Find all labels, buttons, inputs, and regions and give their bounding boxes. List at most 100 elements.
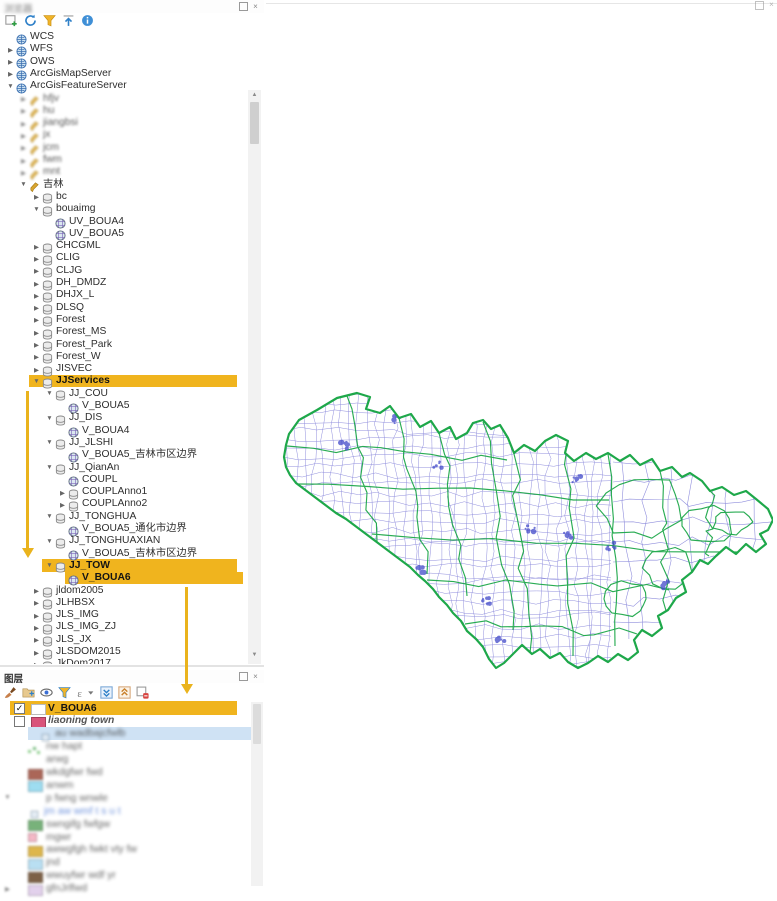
close-panel-icon[interactable]: × — [767, 0, 776, 9]
browser-tree[interactable]: WCS▶WFS▶OWS▶ArcGisMapServer▼ArcGisFeatur… — [0, 31, 248, 664]
tree-item-mnt[interactable]: ▶mnt — [0, 166, 248, 178]
remove-layer-icon[interactable] — [136, 686, 150, 700]
expand-arrow-icon[interactable]: ▶ — [32, 341, 41, 349]
expand-arrow-icon[interactable]: ▶ — [19, 107, 28, 115]
float-panel-icon[interactable] — [239, 2, 248, 11]
refresh-icon[interactable] — [24, 14, 38, 28]
filter-legend-icon[interactable] — [58, 686, 72, 700]
expand-arrow-icon[interactable]: ▶ — [6, 58, 15, 66]
filter-by-expression-icon[interactable]: ε — [76, 686, 90, 700]
tree-item-bc[interactable]: ▶bc — [0, 191, 248, 203]
tree-item-chcgml[interactable]: ▶CHCGML — [0, 240, 248, 252]
tree-item-jlhbsx[interactable]: ▶JLHBSX — [0, 597, 248, 609]
layer-item-v-boua6[interactable]: ✓V_BOUA6 — [0, 702, 250, 715]
tree-item-jjservices[interactable]: ▼JJServices — [0, 375, 248, 387]
tree-item-jj-dis[interactable]: ▼JJ_DIS — [0, 412, 248, 424]
add-group-icon[interactable] — [22, 686, 36, 700]
close-panel-icon[interactable]: × — [251, 672, 260, 681]
tree-item-v-boua5[interactable]: V_BOUA5_吉林市区边界 — [0, 449, 248, 461]
tree-item-forest-w[interactable]: ▶Forest_W — [0, 351, 248, 363]
tree-item-uv-boua5[interactable]: UV_BOUA5 — [0, 228, 248, 240]
tree-item-jls-img-zj[interactable]: ▶JLS_IMG_ZJ — [0, 621, 248, 633]
layer-visibility-checkbox[interactable] — [14, 716, 25, 727]
expand-all-icon[interactable] — [100, 686, 114, 700]
tree-item-jiangbsi[interactable]: ▶jiangbsi — [0, 117, 248, 129]
tree-item-fwm[interactable]: ▶fwm — [0, 154, 248, 166]
tree-item-jls-jx[interactable]: ▶JLS_JX — [0, 634, 248, 646]
layer-item-wwuyfwr-wdf-yr[interactable]: wwuyfwr wdf yr — [0, 870, 250, 883]
collapse-all-icon[interactable] — [118, 686, 132, 700]
tree-item-ows[interactable]: ▶OWS — [0, 56, 248, 68]
expand-arrow-icon[interactable]: ▶ — [32, 304, 41, 312]
tree-item-bouaimg[interactable]: ▼bouaimg — [0, 203, 248, 215]
tree-item-hu[interactable]: ▶hu — [0, 105, 248, 117]
collapse-all-icon[interactable] — [62, 14, 76, 28]
collapse-arrow-icon[interactable]: ▼ — [6, 83, 15, 90]
layer-item-anwm[interactable]: anwm — [0, 779, 250, 792]
expand-arrow-icon[interactable]: ▶ — [32, 292, 41, 300]
open-layer-styling-icon[interactable] — [4, 686, 18, 700]
tree-item-v-boua4[interactable]: V_BOUA4 — [0, 425, 248, 437]
collapse-arrow-icon[interactable]: ▼ — [45, 562, 54, 569]
close-panel-icon[interactable]: × — [251, 2, 260, 11]
tree-item-v-boua5[interactable]: V_BOUA5_通化市边界 — [0, 523, 248, 535]
collapse-arrow-icon[interactable]: ▼ — [45, 538, 54, 545]
expand-arrow-icon[interactable]: ▶ — [32, 280, 41, 288]
layer-item-p-fwng-wnwle[interactable]: ▼p fwng wnwle — [0, 792, 250, 805]
layer-visibility-checkbox[interactable]: ✓ — [14, 703, 25, 714]
expand-arrow-icon[interactable]: ▶ — [32, 612, 41, 620]
expand-arrow-icon[interactable]: ▶ — [58, 501, 67, 509]
expand-arrow-icon[interactable]: ▶ — [58, 489, 67, 497]
expand-arrow-icon[interactable]: ▶ — [32, 366, 41, 374]
layers-scrollbar[interactable] — [251, 702, 263, 886]
expand-arrow-icon[interactable]: ▶ — [32, 353, 41, 361]
layer-item-swngifg-fwfgw[interactable]: swngifg fwfgw — [0, 818, 250, 831]
tree-item-jlsdom2015[interactable]: ▶JLSDOM2015 — [0, 646, 248, 658]
tree-item-jldom2005[interactable]: ▶jldom2005 — [0, 585, 248, 597]
tree-item-dh-dmdz[interactable]: ▶DH_DMDZ — [0, 277, 248, 289]
expand-arrow-icon[interactable]: ▶ — [32, 329, 41, 337]
manage-map-themes-icon[interactable] — [40, 686, 54, 700]
expand-arrow-icon[interactable]: ▶ — [3, 885, 12, 893]
layer-item-jnd[interactable]: jnd — [0, 857, 250, 870]
layer-item-nw-hapt[interactable]: nw hapt — [0, 741, 250, 754]
tree-item-forest-park[interactable]: ▶Forest_Park — [0, 339, 248, 351]
tree-item-jkdom2017[interactable]: ▶JkDom2017 — [0, 658, 248, 664]
tree-item-v-boua6[interactable]: V_BOUA6 — [0, 572, 248, 584]
collapse-arrow-icon[interactable]: ▼ — [32, 206, 41, 213]
collapse-arrow-icon[interactable]: ▼ — [45, 415, 54, 422]
expand-arrow-icon[interactable]: ▶ — [19, 169, 28, 177]
layer-item-mgwr[interactable]: mgwr — [0, 831, 250, 844]
tree-item-jj-cou[interactable]: ▼JJ_COU — [0, 388, 248, 400]
collapse-arrow-icon[interactable]: ▼ — [45, 390, 54, 397]
collapse-arrow-icon[interactable]: ▼ — [19, 181, 28, 188]
browser-tree-scrollbar[interactable]: ▲ ▼ — [248, 90, 261, 664]
tree-item-v-boua5[interactable]: V_BOUA5_吉林市区边界 — [0, 548, 248, 560]
expand-arrow-icon[interactable]: ▶ — [32, 649, 41, 657]
expand-arrow-icon[interactable]: ▶ — [32, 267, 41, 275]
tree-item-cljg[interactable]: ▶CLJG — [0, 265, 248, 277]
expand-arrow-icon[interactable]: ▶ — [19, 120, 28, 128]
collapse-arrow-icon[interactable]: ▼ — [3, 794, 12, 801]
layer-item-jm-aw-wmf-t-s-u-t[interactable]: jm aw wmf t s u t — [0, 805, 250, 818]
collapse-arrow-icon[interactable]: ▼ — [32, 378, 41, 385]
layer-item-awwgfgh-fwkt-vty-fw[interactable]: awwgfgh fwkt vty fw — [0, 844, 250, 857]
expand-arrow-icon[interactable]: ▶ — [19, 95, 28, 103]
expand-arrow-icon[interactable]: ▶ — [32, 636, 41, 644]
filter-browser-icon[interactable] — [43, 14, 57, 28]
add-selected-layers-button[interactable] — [5, 14, 19, 28]
tree-item-jj-tonghuaxian[interactable]: ▼JJ_TONGHUAXIAN — [0, 535, 248, 547]
tree-item-item[interactable]: ▼吉林 — [0, 179, 248, 191]
tree-item-couplanno1[interactable]: ▶COUPLAnno1 — [0, 486, 248, 498]
collapse-arrow-icon[interactable]: ▼ — [45, 513, 54, 520]
expand-arrow-icon[interactable]: ▶ — [32, 243, 41, 251]
layer-item-au-wadbajcfwlb[interactable]: au wadbajcfwlb — [0, 728, 250, 741]
expand-arrow-icon[interactable]: ▶ — [19, 144, 28, 152]
tree-item-jcm[interactable]: ▶jcm — [0, 142, 248, 154]
expand-arrow-icon[interactable]: ▶ — [32, 587, 41, 595]
tree-item-dhjx-l[interactable]: ▶DHJX_L — [0, 289, 248, 301]
expand-arrow-icon[interactable]: ▶ — [32, 624, 41, 632]
tree-item-wcs[interactable]: WCS — [0, 31, 248, 43]
expand-arrow-icon[interactable]: ▶ — [32, 255, 41, 263]
tree-item-arcgisfeatureserver[interactable]: ▼ArcGisFeatureServer — [0, 80, 248, 92]
